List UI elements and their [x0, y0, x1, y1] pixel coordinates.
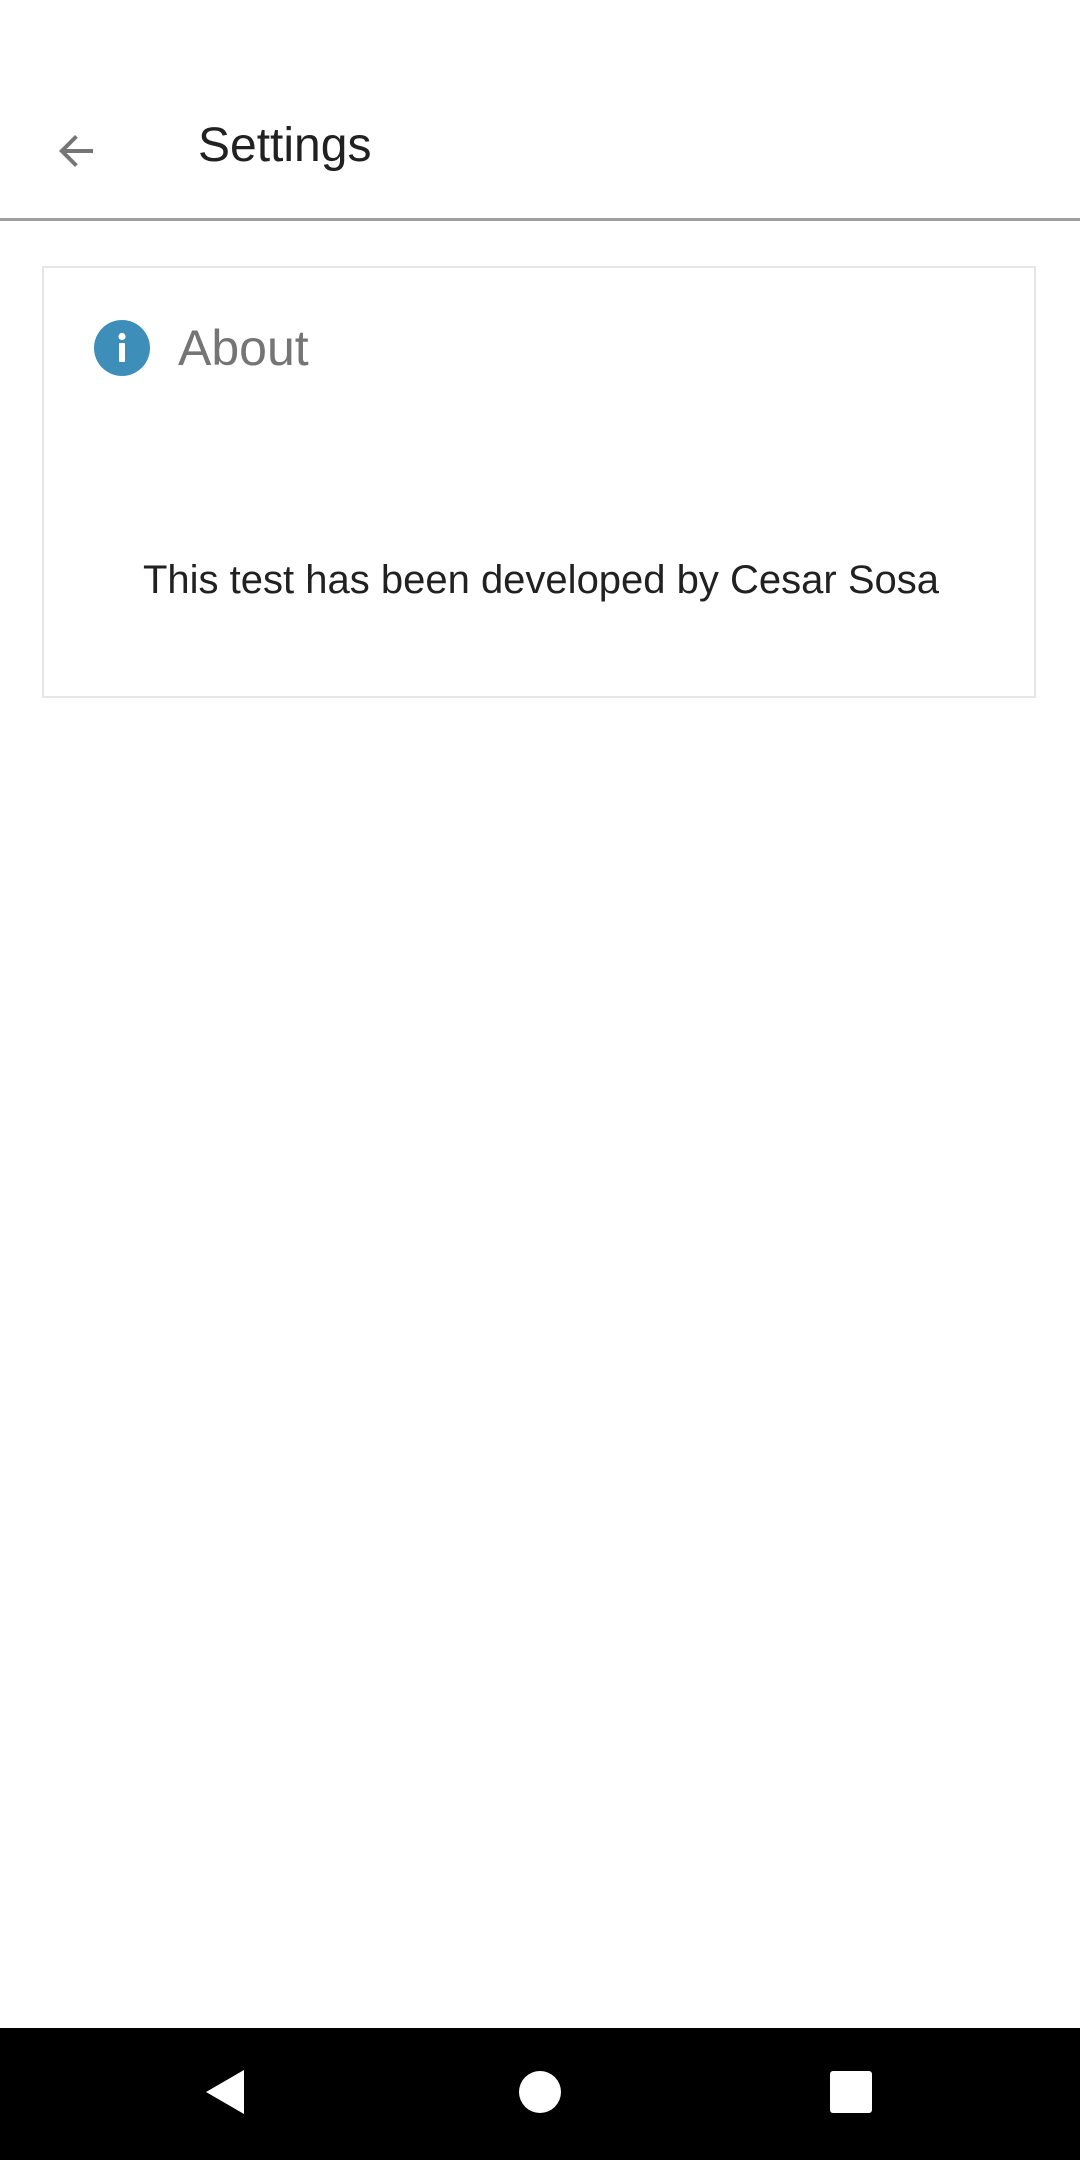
arrow-left-icon — [53, 127, 101, 180]
page-title: Settings — [198, 119, 372, 172]
navigation-bar — [0, 2028, 1080, 2160]
nav-home-button[interactable] — [504, 2058, 576, 2130]
info-icon — [94, 320, 150, 376]
about-header: About — [94, 318, 309, 378]
about-description: This test has been developed by Cesar So… — [142, 558, 940, 602]
about-card: About This test has been developed by Ce… — [42, 266, 1036, 698]
back-button[interactable] — [36, 112, 118, 194]
about-title: About — [178, 320, 309, 376]
nav-back-button[interactable] — [190, 2058, 262, 2130]
settings-screen: Settings About This test has been develo… — [0, 0, 1080, 2160]
nav-back-icon — [202, 2066, 250, 2123]
nav-recents-icon — [829, 2070, 873, 2119]
nav-home-icon — [518, 2070, 562, 2119]
app-bar: Settings — [0, 70, 1080, 221]
status-bar — [0, 0, 1080, 70]
nav-recents-button[interactable] — [815, 2058, 887, 2130]
